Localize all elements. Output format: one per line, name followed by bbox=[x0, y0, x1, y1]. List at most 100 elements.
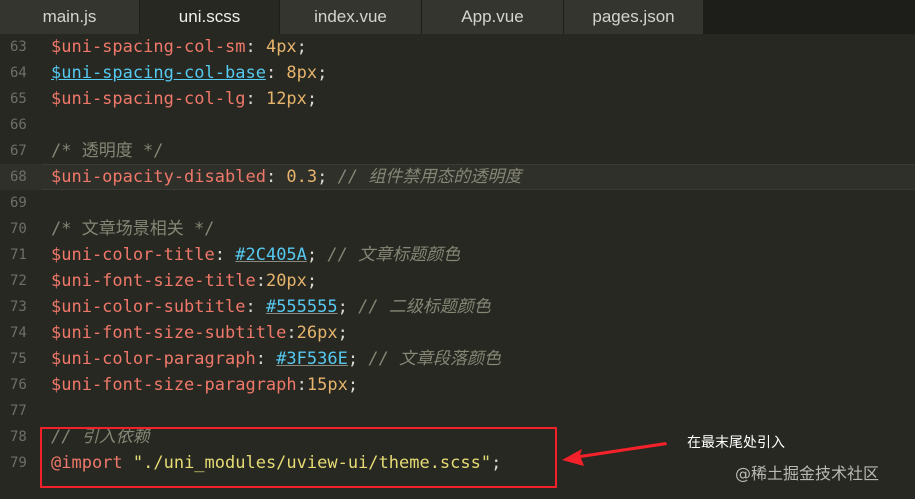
semicolon: ; bbox=[317, 167, 338, 187]
inline-comment: // 文章段落颜色 bbox=[368, 349, 502, 369]
import-keyword: @import bbox=[51, 453, 123, 473]
line-number: 68 bbox=[10, 169, 27, 185]
colon: : bbox=[296, 375, 307, 395]
value: 8px bbox=[286, 63, 318, 83]
colon: : bbox=[214, 245, 236, 265]
code-line-64: 64 $uni-spacing-col-base: 8px; bbox=[0, 60, 915, 86]
semicolon: ; bbox=[306, 89, 318, 109]
line-number: 67 bbox=[10, 143, 27, 159]
line-number: 70 bbox=[10, 221, 27, 237]
variable-name: $uni-color-title bbox=[51, 245, 215, 265]
line-content: /* 文章场景相关 */ bbox=[42, 216, 214, 242]
value: 12px bbox=[265, 89, 307, 109]
semicolon: ; bbox=[306, 245, 328, 265]
code-line-77: 77 bbox=[0, 398, 915, 424]
tab-index-vue[interactable]: index.vue bbox=[280, 0, 422, 34]
line-content: $uni-color-title: #2C405A; // 文章标题颜色 bbox=[42, 242, 460, 268]
line-content: $uni-font-size-paragraph:15px; bbox=[42, 372, 358, 398]
line-content: $uni-spacing-col-base: 8px; bbox=[42, 60, 327, 86]
variable-name: $uni-font-size-title bbox=[51, 271, 256, 291]
color-value: #2C405A bbox=[235, 245, 307, 265]
colon: : bbox=[245, 37, 266, 57]
semicolon: ; bbox=[306, 271, 318, 291]
colon: : bbox=[265, 63, 287, 83]
variable-name: $uni-spacing-col-sm bbox=[51, 37, 246, 57]
semicolon: ; bbox=[347, 349, 369, 369]
code-line-69: 69 bbox=[0, 190, 915, 216]
code-line-72: 72 $uni-font-size-title:20px; bbox=[0, 268, 915, 294]
tab-main-js[interactable]: main.js bbox=[0, 0, 140, 34]
colon: : bbox=[255, 349, 277, 369]
line-number: 69 bbox=[10, 195, 27, 211]
semicolon: ; bbox=[296, 37, 307, 57]
variable-name-link[interactable]: $uni-spacing-col-base bbox=[51, 63, 266, 83]
line-comment: // 引入依赖 bbox=[51, 427, 150, 447]
line-content bbox=[42, 398, 51, 424]
color-value: #555555 bbox=[265, 297, 338, 317]
line-content: $uni-color-paragraph: #3F536E; // 文章段落颜色 bbox=[42, 346, 501, 372]
watermark: @稀土掘金技术社区 bbox=[735, 464, 880, 483]
line-content: @import "./uni_modules/uview-ui/theme.sc… bbox=[42, 450, 501, 476]
line-number: 75 bbox=[10, 351, 27, 367]
tab-app-vue[interactable]: App.vue bbox=[422, 0, 564, 34]
tab-bar: main.js uni.scss index.vue App.vue pages… bbox=[0, 0, 915, 34]
line-content: // 引入依赖 bbox=[42, 424, 150, 450]
value: 26px bbox=[296, 323, 338, 343]
colon: : bbox=[265, 167, 287, 187]
line-number: 64 bbox=[10, 65, 27, 81]
annotation-label: 在最末尾处引入 bbox=[687, 435, 785, 451]
arrow-icon bbox=[562, 442, 667, 466]
code-line-63: 63 $uni-spacing-col-sm: 4px; bbox=[0, 34, 915, 60]
semicolon: ; bbox=[491, 453, 502, 473]
semicolon: ; bbox=[347, 375, 359, 395]
code-line-70: 70 /* 文章场景相关 */ bbox=[0, 216, 915, 242]
inline-comment: // 组件禁用态的透明度 bbox=[337, 167, 522, 187]
line-number: 76 bbox=[10, 377, 27, 393]
variable-name: $uni-font-size-subtitle bbox=[51, 323, 287, 343]
line-number: 74 bbox=[10, 325, 27, 341]
value: 15px bbox=[306, 375, 348, 395]
code-line-76: 76 $uni-font-size-paragraph:15px; bbox=[0, 372, 915, 398]
line-number: 65 bbox=[10, 91, 27, 107]
line-number: 63 bbox=[10, 39, 27, 55]
line-content: $uni-font-size-subtitle:26px; bbox=[42, 320, 348, 346]
line-number: 77 bbox=[10, 403, 27, 419]
line-number: 72 bbox=[10, 273, 27, 289]
colon: : bbox=[245, 89, 266, 109]
variable-name: $uni-opacity-disabled bbox=[51, 167, 266, 187]
line-number: 79 bbox=[10, 455, 27, 471]
variable-name: $uni-color-paragraph bbox=[51, 349, 256, 369]
line-number: 78 bbox=[10, 429, 27, 445]
code-line-68: 68 $uni-opacity-disabled: 0.3; // 组件禁用态的透… bbox=[0, 164, 915, 190]
line-content: $uni-color-subtitle: #555555; // 二级标题颜色 bbox=[42, 294, 491, 320]
code-line-66: 66 bbox=[0, 112, 915, 138]
colon: : bbox=[286, 323, 297, 343]
code-editor[interactable]: 63 $uni-spacing-col-sm: 4px; 64 $uni-spaci… bbox=[0, 34, 915, 499]
color-value: #3F536E bbox=[276, 349, 348, 369]
tab-uni-scss[interactable]: uni.scss bbox=[140, 0, 280, 34]
value: 0.3 bbox=[286, 167, 318, 187]
variable-name: $uni-spacing-col-lg bbox=[51, 89, 246, 109]
colon: : bbox=[255, 271, 266, 291]
line-content: $uni-opacity-disabled: 0.3; // 组件禁用态的透明度 bbox=[42, 164, 521, 190]
line-content: /* 透明度 */ bbox=[42, 138, 163, 164]
code-line-67: 67 /* 透明度 */ bbox=[0, 138, 915, 164]
value: 20px bbox=[265, 271, 307, 291]
variable-name: $uni-color-subtitle bbox=[51, 297, 246, 317]
block-comment: /* 透明度 */ bbox=[51, 141, 164, 161]
line-number: 71 bbox=[10, 247, 27, 263]
semicolon: ; bbox=[337, 297, 359, 317]
semicolon: ; bbox=[317, 63, 328, 83]
code-line-65: 65 $uni-spacing-col-lg: 12px; bbox=[0, 86, 915, 112]
code-line-71: 71 $uni-color-title: #2C405A; // 文章标题颜色 bbox=[0, 242, 915, 268]
line-content bbox=[42, 190, 51, 216]
colon: : bbox=[245, 297, 266, 317]
line-number: 66 bbox=[10, 117, 27, 133]
value: 4px bbox=[265, 37, 297, 57]
line-number: 73 bbox=[10, 299, 27, 315]
line-content: $uni-spacing-col-sm: 4px; bbox=[42, 34, 307, 60]
code-line-75: 75 $uni-color-paragraph: #3F536E; // 文章段落… bbox=[0, 346, 915, 372]
inline-comment: // 文章标题颜色 bbox=[327, 245, 461, 265]
semicolon: ; bbox=[337, 323, 348, 343]
tab-pages-json[interactable]: pages.json bbox=[564, 0, 704, 34]
